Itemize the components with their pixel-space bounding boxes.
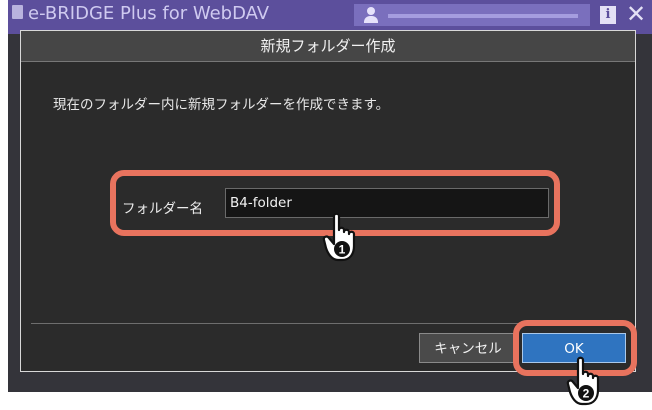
dialog-title: 新規フォルダー作成 bbox=[21, 31, 635, 62]
user-name bbox=[388, 14, 578, 18]
user-box[interactable] bbox=[354, 4, 590, 26]
window-title: e-BRIDGE Plus for WebDAV bbox=[28, 3, 270, 24]
user-icon bbox=[364, 7, 378, 23]
step-1-label: 1 bbox=[339, 243, 346, 257]
step-2-label: 2 bbox=[583, 387, 590, 401]
app-icon bbox=[12, 5, 23, 19]
close-icon[interactable]: ✕ bbox=[626, 1, 646, 27]
dialog-message: 現在のフォルダー内に新規フォルダーを作成できます。 bbox=[53, 97, 390, 113]
window-titlebar: e-BRIDGE Plus for WebDAV i ✕ bbox=[8, 0, 652, 34]
info-icon[interactable]: i bbox=[600, 6, 616, 24]
cancel-button[interactable]: キャンセル bbox=[419, 333, 517, 363]
hand-pointer-icon: 1 bbox=[322, 212, 362, 262]
hand-pointer-icon: 2 bbox=[566, 356, 606, 406]
